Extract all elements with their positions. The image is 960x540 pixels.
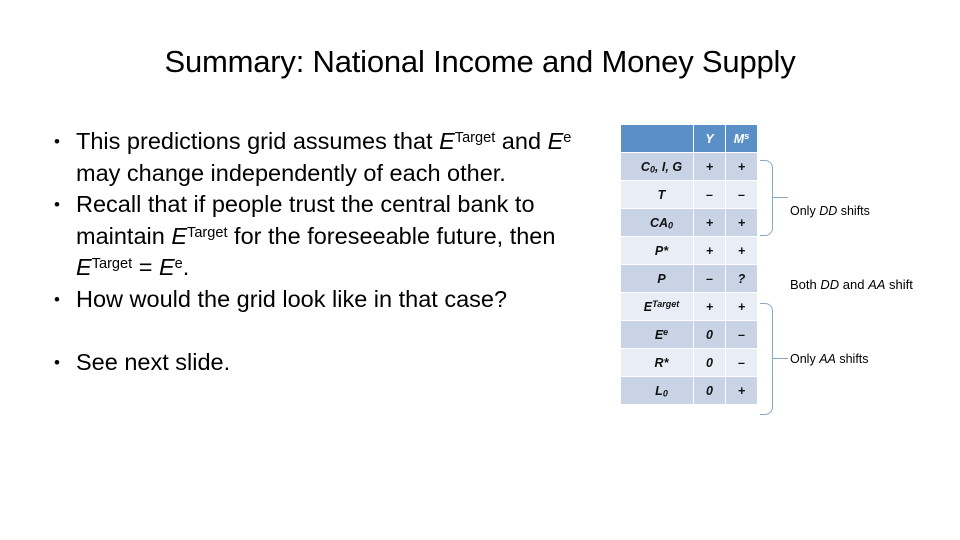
- brace-only-aa: [760, 303, 773, 415]
- row-label: P: [621, 265, 693, 292]
- row-label: P*: [621, 237, 693, 264]
- cell-y-effect: +: [694, 237, 725, 264]
- table-row: R* 0–: [621, 349, 757, 376]
- cell-y-effect: +: [694, 209, 725, 236]
- list-item: • This predictions grid assumes that ETa…: [48, 126, 613, 189]
- predictions-table: Y Ms C0, I, G + + T – – CA0 + + P* + + P –? ETarget + + E…: [620, 124, 758, 405]
- annotation-only-dd: Only DD shifts: [790, 204, 870, 218]
- cell-ms-effect: +: [726, 237, 757, 264]
- row-label: L0: [621, 377, 693, 404]
- row-label: T: [621, 181, 693, 208]
- bullet-marker: •: [54, 353, 60, 372]
- table-row: T – –: [621, 181, 757, 208]
- table-body: C0, I, G + + T – – CA0 + + P* + + P –? ETarget + + Ee 0– R*…: [621, 153, 757, 404]
- cell-y-effect: 0: [694, 377, 725, 404]
- cell-y-effect: 0: [694, 321, 725, 348]
- row-label: ETarget: [621, 293, 693, 320]
- header-corner: [621, 125, 693, 152]
- table-row: ETarget + +: [621, 293, 757, 320]
- bullet-text-2: How would the grid look like in that cas…: [76, 285, 508, 312]
- page-title: Summary: National Income and Money Suppl…: [164, 44, 796, 79]
- row-label: C0, I, G: [621, 153, 693, 180]
- header-money-supply: Ms: [726, 125, 757, 152]
- row-label: Ee: [621, 321, 693, 348]
- cell-ms-effect: +: [726, 209, 757, 236]
- bullet-marker: •: [54, 289, 60, 309]
- annotation-only-aa: Only AA shifts: [790, 352, 869, 366]
- bullet-text-3: See next slide.: [76, 349, 231, 375]
- bullet-list: • This predictions grid assumes that ETa…: [48, 126, 613, 379]
- brace-tick-only-dd: [773, 197, 788, 199]
- cell-ms-effect: –: [726, 349, 757, 376]
- cell-ms-effect: +: [726, 293, 757, 320]
- table-row: C0, I, G + +: [621, 153, 757, 180]
- table-row: Ee 0–: [621, 321, 757, 348]
- bullet-text-0: This predictions grid assumes that ETarg…: [76, 128, 572, 186]
- cell-ms-effect: ?: [726, 265, 757, 292]
- list-item: • How would the grid look like in that c…: [48, 284, 613, 316]
- table-row: L0 0 +: [621, 377, 757, 404]
- cell-ms-effect: +: [726, 153, 757, 180]
- brace-only-dd: [760, 160, 773, 236]
- list-item: • Recall that if people trust the centra…: [48, 189, 613, 284]
- cell-y-effect: –: [694, 265, 725, 292]
- header-y: Y: [694, 125, 725, 152]
- bullet-text-1: Recall that if people trust the central …: [76, 191, 556, 280]
- table-head: Y Ms: [621, 125, 757, 152]
- cell-ms-effect: –: [726, 321, 757, 348]
- cell-y-effect: 0: [694, 349, 725, 376]
- annotation-both-dd-aa: Both DD and AA shift: [790, 277, 913, 292]
- table-row: CA0 + +: [621, 209, 757, 236]
- row-label: R*: [621, 349, 693, 376]
- cell-y-effect: +: [694, 293, 725, 320]
- brace-tick-only-aa: [773, 358, 788, 360]
- row-label: CA0: [621, 209, 693, 236]
- list-item: • See next slide.: [48, 347, 613, 379]
- cell-ms-effect: +: [726, 377, 757, 404]
- table-row: P –?: [621, 265, 757, 292]
- cell-ms-effect: –: [726, 181, 757, 208]
- bullet-marker: •: [54, 195, 60, 214]
- table-header-row: Y Ms: [621, 125, 757, 152]
- table-row: P* + +: [621, 237, 757, 264]
- cell-y-effect: –: [694, 181, 725, 208]
- cell-y-effect: +: [694, 153, 725, 180]
- bullet-marker: •: [54, 132, 60, 151]
